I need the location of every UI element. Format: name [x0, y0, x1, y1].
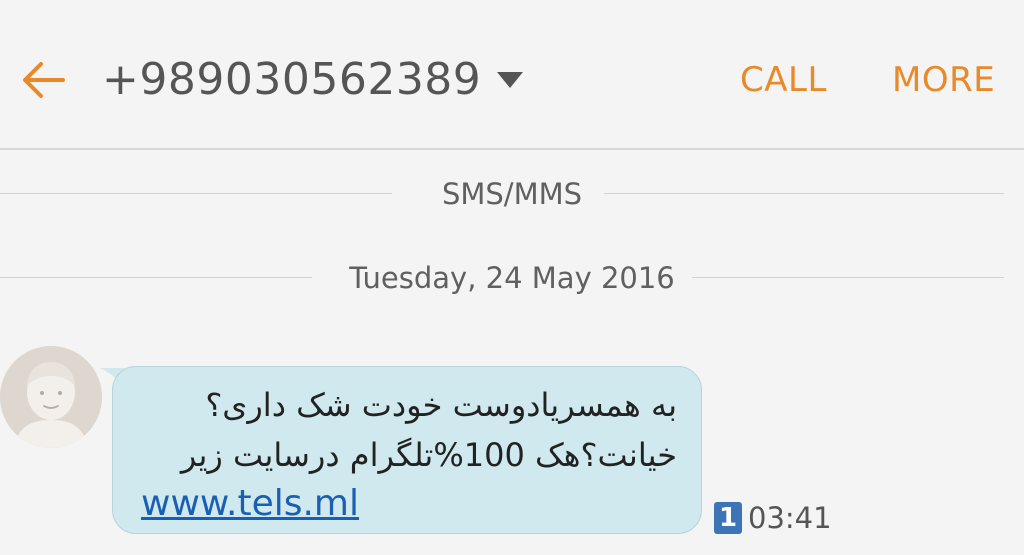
default-contact-avatar-icon: [0, 346, 102, 448]
message-text-line: به همسریادوست خودت شک داری؟: [205, 386, 677, 424]
back-button[interactable]: [14, 52, 70, 108]
sim-slot-badge: 1: [714, 502, 742, 534]
conversation-header: +989030562389 CALL MORE: [0, 0, 1024, 150]
message-bubble[interactable]: به همسریادوست خودت شک داری؟ خیانت؟هک 100…: [112, 366, 702, 534]
message-link[interactable]: www.tels.ml: [141, 479, 359, 529]
contact-avatar[interactable]: [0, 346, 102, 448]
channel-label: SMS/MMS: [441, 177, 583, 211]
date-label: Tuesday, 24 May 2016: [349, 261, 675, 295]
message-text-line: خیانت؟هک 100%تلگرام درسایت زیر: [180, 436, 677, 474]
date-divider: Tuesday, 24 May 2016: [0, 258, 1024, 298]
call-button[interactable]: CALL: [740, 48, 827, 112]
contact-number-title[interactable]: +989030562389: [102, 48, 481, 112]
messaging-app: +989030562389 CALL MORE SMS/MMS Tuesday,…: [0, 0, 1024, 555]
arrow-back-icon: [23, 62, 65, 98]
channel-divider: SMS/MMS: [0, 174, 1024, 214]
more-button[interactable]: MORE: [892, 48, 995, 112]
caret-down-icon: [497, 72, 523, 88]
message-time: 03:41: [748, 501, 832, 535]
contact-dropdown-button[interactable]: [492, 66, 528, 94]
